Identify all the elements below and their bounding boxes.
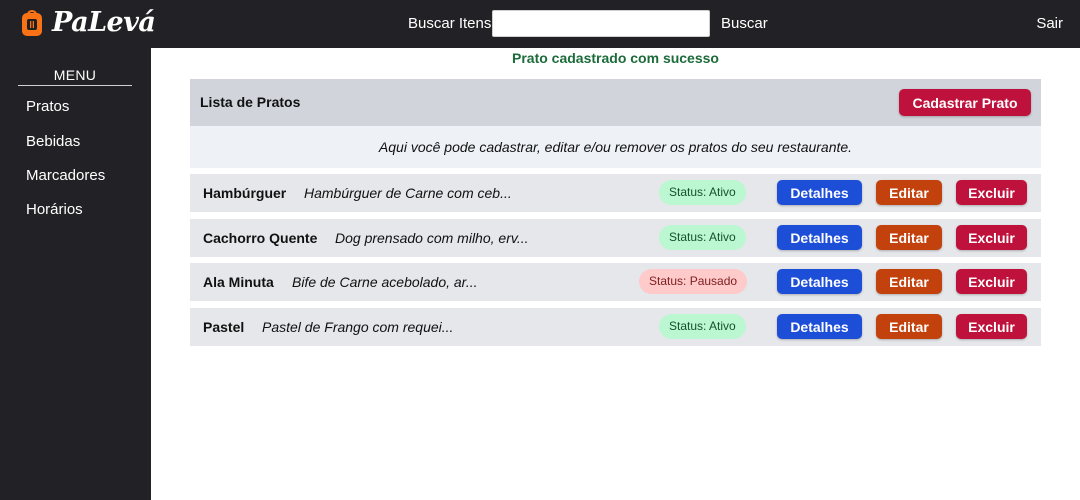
search-input[interactable] — [492, 10, 710, 37]
dish-name: Cachorro Quente — [203, 230, 318, 246]
edit-button[interactable]: Editar — [876, 180, 942, 205]
dish-name: Pastel — [203, 319, 245, 335]
dish-name: Hambúrguer — [203, 185, 287, 201]
status-badge: Status: Ativo — [659, 180, 746, 205]
search-button[interactable]: Buscar — [721, 15, 768, 32]
list-description: Aqui você pode cadastrar, editar e/ou re… — [190, 126, 1041, 168]
brand-name: PaLevá — [52, 7, 156, 38]
details-button[interactable]: Detalhes — [777, 180, 862, 205]
delete-button[interactable]: Excluir — [956, 269, 1027, 294]
edit-button[interactable]: Editar — [876, 225, 942, 250]
table-row: Ala Minuta Bife de Carne acebolado, ar..… — [190, 263, 1041, 301]
dish-description: Dog prensado com milho, erv... — [335, 230, 529, 246]
add-dish-button[interactable]: Cadastrar Prato — [899, 89, 1031, 116]
dish-description: Hambúrguer de Carne com ceb... — [304, 185, 512, 201]
table-row: Pastel Pastel de Frango com requei... St… — [190, 308, 1041, 346]
delete-button[interactable]: Excluir — [956, 225, 1027, 250]
logout-link[interactable]: Sair — [1036, 15, 1063, 32]
list-title: Lista de Pratos — [200, 94, 301, 110]
sidebar: MENU Pratos Bebidas Marcadores Horários — [0, 48, 151, 500]
sidebar-item-marcadores[interactable]: Marcadores — [26, 167, 105, 184]
top-bar: PaLevá Buscar Itens Buscar Sair — [0, 0, 1080, 48]
brand-logo[interactable]: PaLevá — [20, 7, 156, 38]
status-badge: Status: Ativo — [659, 225, 746, 250]
flash-message: Prato cadastrado com sucesso — [512, 50, 719, 66]
backpack-icon — [22, 10, 42, 36]
dish-description: Bife de Carne acebolado, ar... — [292, 274, 478, 290]
edit-button[interactable]: Editar — [876, 314, 942, 339]
delete-button[interactable]: Excluir — [956, 180, 1027, 205]
sidebar-item-horarios[interactable]: Horários — [26, 201, 83, 218]
menu-title: MENU — [18, 67, 132, 86]
delete-button[interactable]: Excluir — [956, 314, 1027, 339]
status-badge: Status: Pausado — [639, 269, 748, 294]
details-button[interactable]: Detalhes — [777, 269, 862, 294]
search-label: Buscar Itens — [408, 15, 492, 32]
edit-button[interactable]: Editar — [876, 269, 942, 294]
sidebar-item-bebidas[interactable]: Bebidas — [26, 133, 80, 150]
status-badge: Status: Ativo — [659, 314, 746, 339]
details-button[interactable]: Detalhes — [777, 225, 862, 250]
dish-name: Ala Minuta — [203, 274, 274, 290]
list-header: Lista de Pratos Cadastrar Prato — [190, 79, 1041, 126]
table-row: Hambúrguer Hambúrguer de Carne com ceb..… — [190, 174, 1041, 212]
details-button[interactable]: Detalhes — [777, 314, 862, 339]
table-row: Cachorro Quente Dog prensado com milho, … — [190, 219, 1041, 257]
sidebar-item-pratos[interactable]: Pratos — [26, 98, 69, 115]
dish-description: Pastel de Frango com requei... — [262, 319, 454, 335]
